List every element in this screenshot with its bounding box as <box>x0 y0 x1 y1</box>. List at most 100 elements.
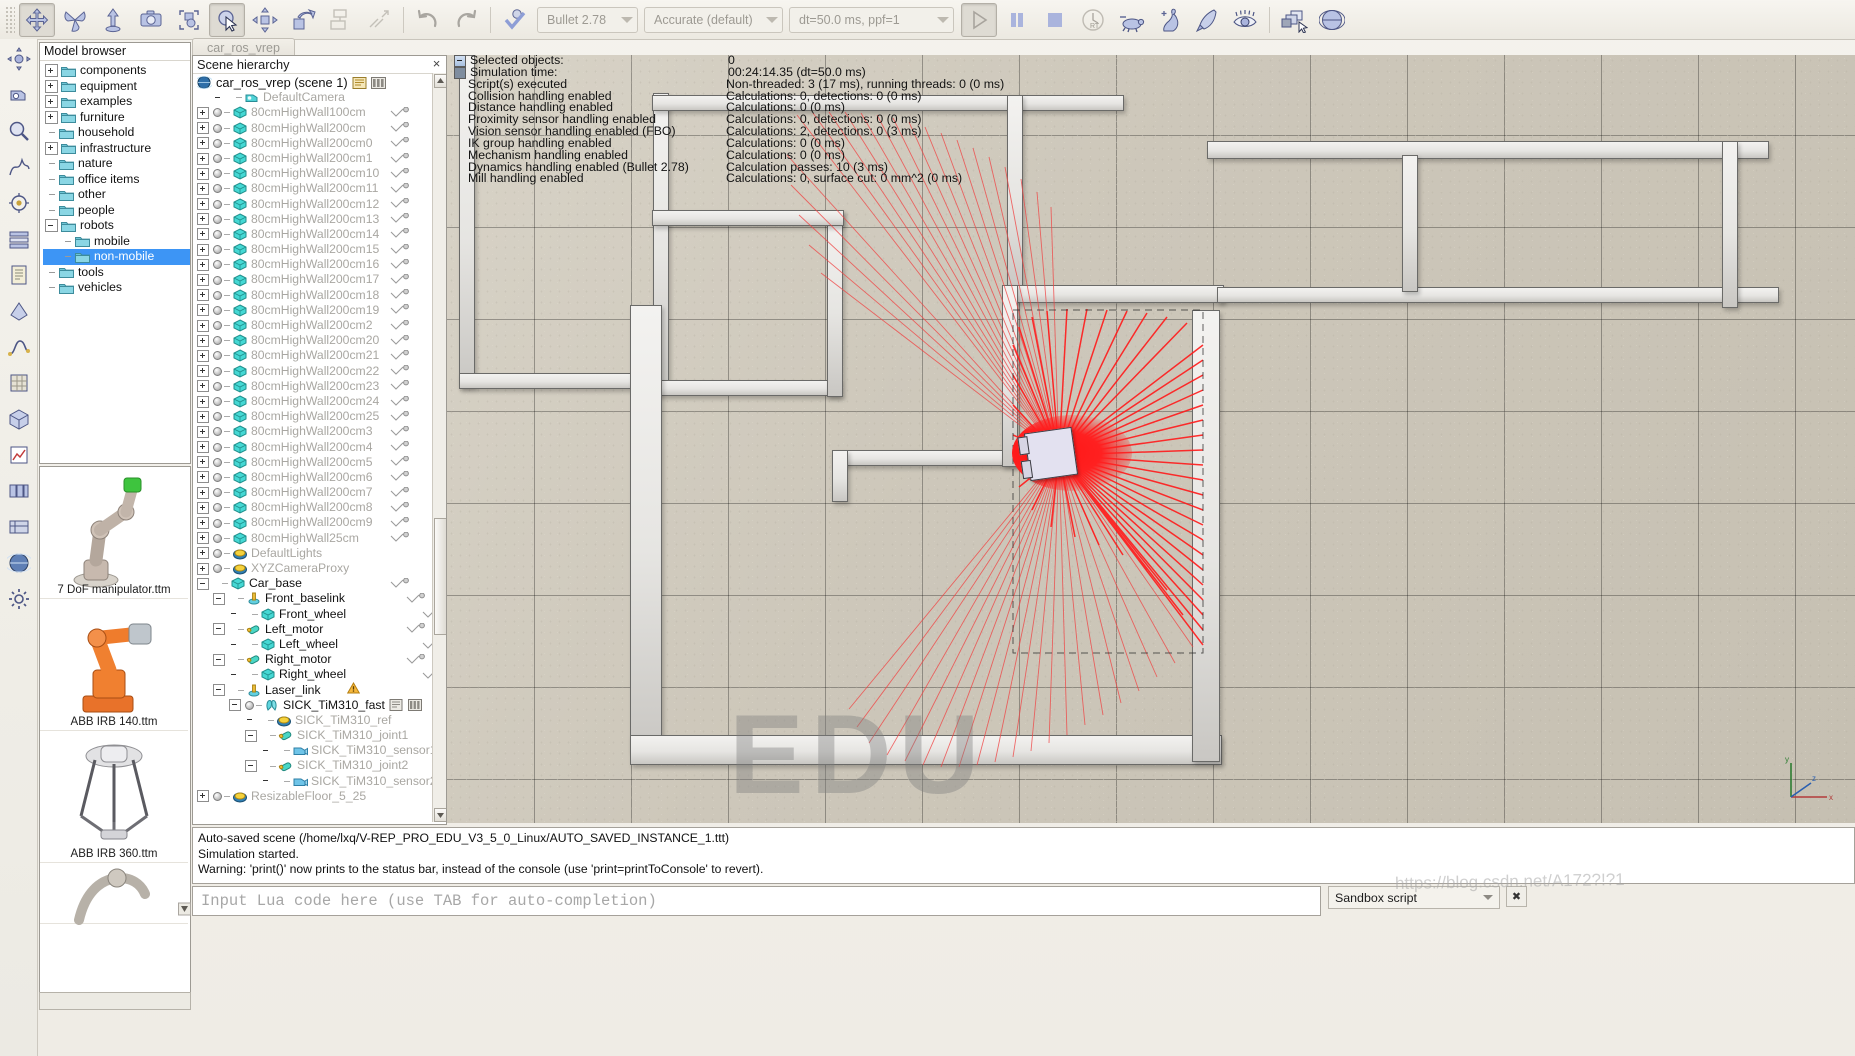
expand-icon[interactable] <box>197 213 209 226</box>
hierarchy-item-80cmHighWall200cm9[interactable]: 80cmHighWall200cm9 <box>193 515 446 530</box>
model-browser-item-examples[interactable]: examples <box>43 94 190 110</box>
stop-simulation-button[interactable] <box>1037 3 1073 37</box>
expand-icon[interactable] <box>45 141 58 155</box>
expand-icon[interactable] <box>197 532 209 545</box>
visualization-toggle-icon[interactable] <box>1227 3 1263 37</box>
hierarchy-item-80cmHighWall200cm16[interactable]: 80cmHighWall200cm16 <box>193 257 446 272</box>
mobile-robot-body[interactable] <box>1017 426 1079 482</box>
close-icon[interactable]: × <box>430 57 443 70</box>
hierarchy-item-80cmHighWall200cm22[interactable]: 80cmHighWall200cm22 <box>193 364 446 379</box>
model-browser-item-non-mobile[interactable]: non-mobile <box>43 249 190 265</box>
graph-icon[interactable] <box>4 440 34 470</box>
speed-up-simulation-icon[interactable] <box>1151 3 1187 37</box>
hierarchy-item-80cmHighWall200cm19[interactable]: 80cmHighWall200cm19 <box>193 303 446 318</box>
expand-icon[interactable] <box>197 395 209 408</box>
model-pages-icon[interactable] <box>407 699 423 712</box>
expand-icon[interactable] <box>197 319 209 332</box>
model-thumbnail[interactable]: ABB IRB 140.ttm <box>40 599 188 731</box>
expand-icon[interactable] <box>197 425 209 438</box>
hierarchy-item-DefaultCamera[interactable]: DefaultCamera <box>193 90 446 105</box>
model-browser-item-household[interactable]: household <box>43 125 190 141</box>
hierarchy-item-80cmHighWall200cm11[interactable]: 80cmHighWall200cm11 <box>193 181 446 196</box>
object-visibility-dot-icon[interactable] <box>213 548 222 558</box>
expand-icon[interactable] <box>197 152 209 165</box>
hierarchy-scrollbar[interactable] <box>432 73 446 822</box>
hierarchy-item-SICK_TiM310_joint2[interactable]: SICK_TiM310_joint2 <box>193 757 446 773</box>
scene-hierarchy-tree[interactable]: car_ros_vrep (scene 1) DefaultCamera 80cm… <box>193 74 446 824</box>
scene-pages-icon[interactable] <box>370 76 386 89</box>
timestep-select[interactable]: dt=50.0 ms, ppf=1 <box>789 6 954 33</box>
scene-script-icon[interactable] <box>352 76 367 89</box>
object-visibility-dot-icon[interactable] <box>213 503 222 513</box>
hierarchy-item-80cmHighWall200cm4[interactable]: 80cmHighWall200cm4 <box>193 440 446 455</box>
object-visibility-dot-icon[interactable] <box>213 108 222 118</box>
toolbar-grip-1[interactable] <box>4 6 15 33</box>
script-icon[interactable] <box>389 699 404 712</box>
collapse-icon[interactable] <box>213 684 225 697</box>
object-visibility-dot-icon[interactable] <box>213 138 222 148</box>
real-time-mode-icon[interactable]: RT <box>1075 3 1111 37</box>
object-visibility-dot-icon[interactable] <box>213 442 222 452</box>
lua-code-input[interactable]: Input Lua code here (use TAB for auto-co… <box>192 886 1321 916</box>
expand-icon[interactable] <box>197 137 209 150</box>
expand-icon[interactable] <box>197 167 209 180</box>
expand-icon[interactable] <box>197 441 209 454</box>
hierarchy-item-Laser_link[interactable]: Laser_link <box>193 682 446 698</box>
hierarchy-item-80cmHighWall100cm[interactable]: 80cmHighWall100cm <box>193 105 446 120</box>
object-visibility-dot-icon[interactable] <box>213 305 222 315</box>
expand-icon[interactable] <box>45 64 58 78</box>
expand-icon[interactable] <box>197 547 209 560</box>
hierarchy-item-80cmHighWall200cm12[interactable]: 80cmHighWall200cm12 <box>193 197 446 212</box>
hierarchy-item-Right_motor[interactable]: Right_motor <box>193 652 446 667</box>
dynamics-toggle-icon[interactable] <box>497 3 533 37</box>
hierarchy-item-80cmHighWall200cm20[interactable]: 80cmHighWall200cm20 <box>193 333 446 348</box>
hierarchy-item-SICK_TiM310_ref[interactable]: SICK_TiM310_ref <box>193 713 446 728</box>
collapse-icon[interactable] <box>197 577 209 590</box>
expand-icon[interactable] <box>197 243 209 256</box>
hierarchy-item-DefaultLights[interactable]: DefaultLights <box>193 546 446 561</box>
object-visibility-dot-icon[interactable] <box>213 154 222 164</box>
layers-icon[interactable] <box>4 476 34 506</box>
status-toggle-icon[interactable] <box>454 55 466 67</box>
expand-icon[interactable] <box>197 380 209 393</box>
page-selector-icon[interactable] <box>1276 3 1312 37</box>
undo-icon[interactable] <box>410 3 446 37</box>
object-visibility-dot-icon[interactable] <box>213 564 222 574</box>
model-browser-item-tools[interactable]: tools <box>43 265 190 281</box>
hierarchy-item-80cmHighWall200cm13[interactable]: 80cmHighWall200cm13 <box>193 212 446 227</box>
object-visibility-dot-icon[interactable] <box>213 169 222 179</box>
status-console-scroll-down-icon[interactable] <box>178 870 191 917</box>
expand-icon[interactable] <box>45 110 58 124</box>
path-edit-icon[interactable] <box>4 332 34 362</box>
camera-shift-icon[interactable] <box>4 80 34 110</box>
hierarchy-item-XYZCameraProxy[interactable]: XYZCameraProxy <box>193 561 446 576</box>
collapse-icon[interactable] <box>213 653 225 666</box>
redo-icon[interactable] <box>448 3 484 37</box>
hierarchy-item-SICK_TiM310_sensor2[interactable]: SICK_TiM310_sensor2 <box>193 774 446 789</box>
expand-icon[interactable] <box>197 334 209 347</box>
collection-icon[interactable] <box>4 224 34 254</box>
object-select-icon[interactable] <box>171 3 207 37</box>
object-visibility-dot-icon[interactable] <box>213 351 222 361</box>
expand-icon[interactable] <box>197 349 209 362</box>
expand-icon[interactable] <box>197 106 209 119</box>
hierarchy-item-80cmHighWall25cm[interactable]: 80cmHighWall25cm <box>193 531 446 546</box>
model-browser-item-nature[interactable]: nature <box>43 156 190 172</box>
click-select-icon[interactable] <box>209 2 245 37</box>
object-visibility-dot-icon[interactable] <box>213 518 222 528</box>
expand-icon[interactable] <box>197 456 209 469</box>
hierarchy-item-80cmHighWall200cm15[interactable]: 80cmHighWall200cm15 <box>193 242 446 257</box>
object-visibility-dot-icon[interactable] <box>213 336 222 346</box>
physics-engine-select[interactable]: Bullet 2.78 <box>537 6 638 33</box>
object-visibility-dot-icon[interactable] <box>213 275 222 285</box>
hierarchy-scroll-thumb[interactable] <box>434 518 446 635</box>
model-icon[interactable] <box>4 404 34 434</box>
hierarchy-item-Car_base[interactable]: Car_base <box>193 576 446 591</box>
pause-simulation-button[interactable] <box>999 3 1035 37</box>
model-browser-item-vehicles[interactable]: vehicles <box>43 280 190 296</box>
model-thumbnail[interactable] <box>40 863 188 925</box>
object-visibility-dot-icon[interactable] <box>213 245 222 255</box>
object-visibility-dot-icon[interactable] <box>213 214 222 224</box>
object-visibility-dot-icon[interactable] <box>213 397 222 407</box>
expand-icon[interactable] <box>197 562 209 575</box>
